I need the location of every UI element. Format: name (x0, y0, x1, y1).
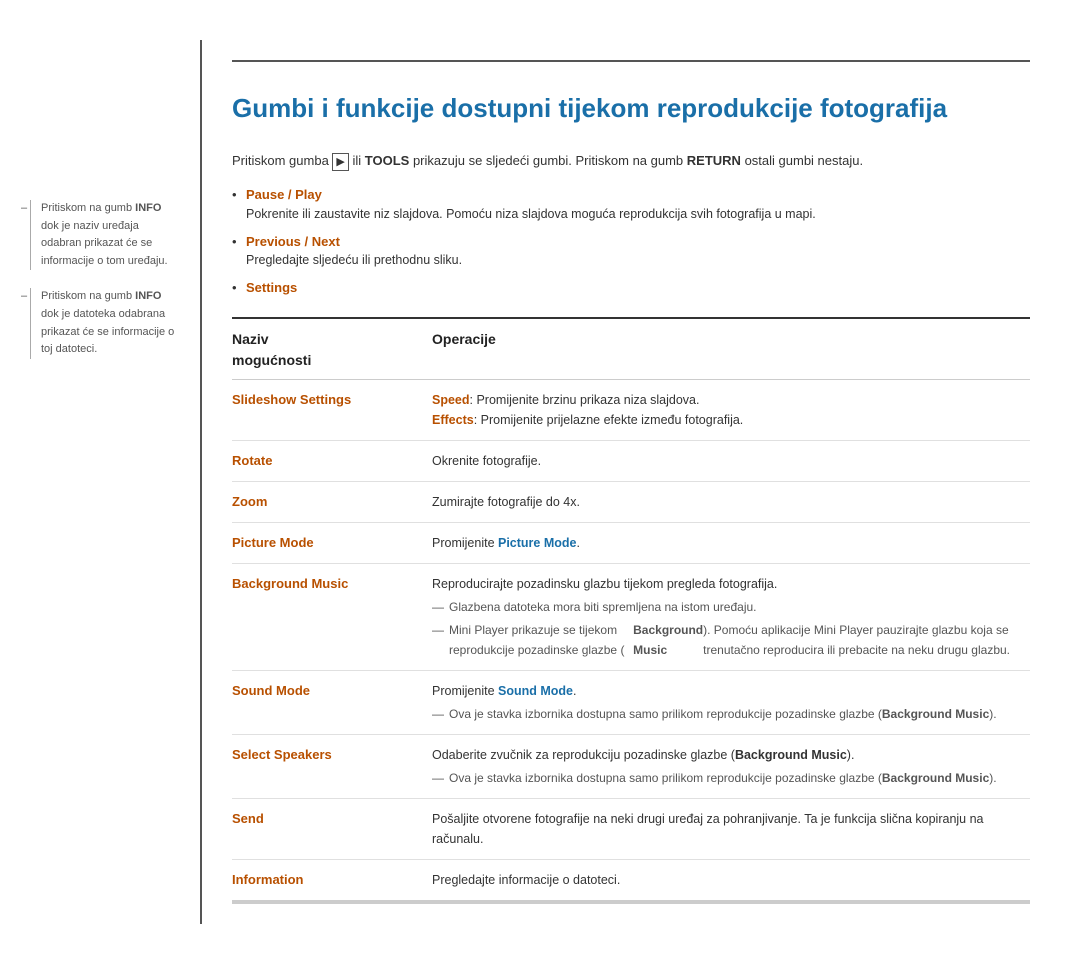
row-rotate: Rotate Okrenite fotografije. (232, 441, 1030, 482)
bullet-settings: Settings (232, 278, 1030, 298)
row-send: Send Pošaljite otvorene fotografije na n… (232, 799, 1030, 860)
row-name-sound: Sound Mode (232, 681, 432, 701)
bullet-desc-2: Pregledajte sljedeću ili prethodnu sliku… (246, 251, 1030, 270)
row-picture-mode: Picture Mode Promijenite Picture Mode. (232, 523, 1030, 564)
col-header-name: Naziv mogućnosti (232, 329, 432, 371)
row-select-speakers: Select Speakers Odaberite zvučnik za rep… (232, 735, 1030, 799)
bullet-label-3: Settings (246, 280, 297, 295)
bgmusic-note-1: Glazbena datoteka mora biti spremljena n… (432, 598, 1030, 617)
col-header-ops: Operacije (432, 329, 1030, 371)
col-name-line2: mogućnosti (232, 352, 311, 368)
row-name-slideshow: Slideshow Settings (232, 390, 432, 410)
bullet-label-1: Pause / Play (246, 187, 322, 202)
page-title: Gumbi i funkcije dostupni tijekom reprod… (232, 92, 1030, 126)
row-name-zoom: Zoom (232, 492, 432, 512)
row-ops-zoom: Zumirajte fotografije do 4x. (432, 492, 1030, 512)
feature-list: Pause / Play Pokrenite ili zaustavite ni… (232, 185, 1030, 297)
row-sound-mode: Sound Mode Promijenite Sound Mode. Ova j… (232, 671, 1030, 735)
row-ops-send: Pošaljite otvorene fotografije na neki d… (432, 809, 1030, 849)
speakers-note-1: Ova je stavka izbornika dostupna samo pr… (432, 769, 1030, 788)
row-ops-rotate: Okrenite fotografije. (432, 451, 1030, 471)
sidebar-text-2: Pritiskom na gumb INFO dok je datoteka o… (41, 290, 174, 355)
row-ops-speakers: Odaberite zvučnik za reprodukciju pozadi… (432, 745, 1030, 788)
row-name-rotate: Rotate (232, 451, 432, 471)
top-divider (232, 60, 1030, 62)
row-ops-information: Pregledajte informacije o datoteci. (432, 870, 1030, 890)
row-ops-picture: Promijenite Picture Mode. (432, 533, 1030, 553)
bullet-label-2: Previous / Next (246, 234, 340, 249)
row-ops-slideshow: Speed: Promijenite brzinu prikaza niza s… (432, 390, 1030, 430)
table-header: Naziv mogućnosti Operacije (232, 319, 1030, 380)
sidebar-text-1: Pritiskom na gumb INFO dok je naziv uređ… (41, 202, 168, 267)
row-name-information: Information (232, 870, 432, 890)
row-ops-sound: Promijenite Sound Mode. Ova je stavka iz… (432, 681, 1030, 724)
bgmusic-note-2: Mini Player prikazuje se tijekom reprodu… (432, 621, 1030, 659)
bullet-pause-play: Pause / Play Pokrenite ili zaustavite ni… (232, 185, 1030, 223)
col-name-line1: Naziv (232, 331, 269, 347)
sidebar: Pritiskom na gumb INFO dok je naziv uređ… (0, 40, 200, 924)
row-information: Information Pregledajte informacije o da… (232, 860, 1030, 902)
row-name-bgmusic: Background Music (232, 574, 432, 594)
row-slideshow-settings: Slideshow Settings Speed: Promijenite br… (232, 380, 1030, 441)
sidebar-item-2: Pritiskom na gumb INFO dok je datoteka o… (30, 288, 180, 358)
row-name-speakers: Select Speakers (232, 745, 432, 765)
bullet-previous-next: Previous / Next Pregledajte sljedeću ili… (232, 232, 1030, 270)
sidebar-item-1: Pritiskom na gumb INFO dok je naziv uređ… (30, 200, 180, 270)
intro-paragraph: Pritiskom gumba ▶ ili TOOLS prikazuju se… (232, 151, 1030, 172)
row-name-picture: Picture Mode (232, 533, 432, 553)
sound-note-1: Ova je stavka izbornika dostupna samo pr… (432, 705, 1030, 724)
row-zoom: Zoom Zumirajte fotografije do 4x. (232, 482, 1030, 523)
row-name-send: Send (232, 809, 432, 829)
row-ops-bgmusic: Reproducirajte pozadinsku glazbu tijekom… (432, 574, 1030, 660)
bullet-desc-1: Pokrenite ili zaustavite niz slajdova. P… (246, 205, 1030, 224)
row-background-music: Background Music Reproducirajte pozadins… (232, 564, 1030, 671)
features-table: Naziv mogućnosti Operacije Slideshow Set… (232, 317, 1030, 904)
main-content: Gumbi i funkcije dostupni tijekom reprod… (200, 40, 1080, 924)
